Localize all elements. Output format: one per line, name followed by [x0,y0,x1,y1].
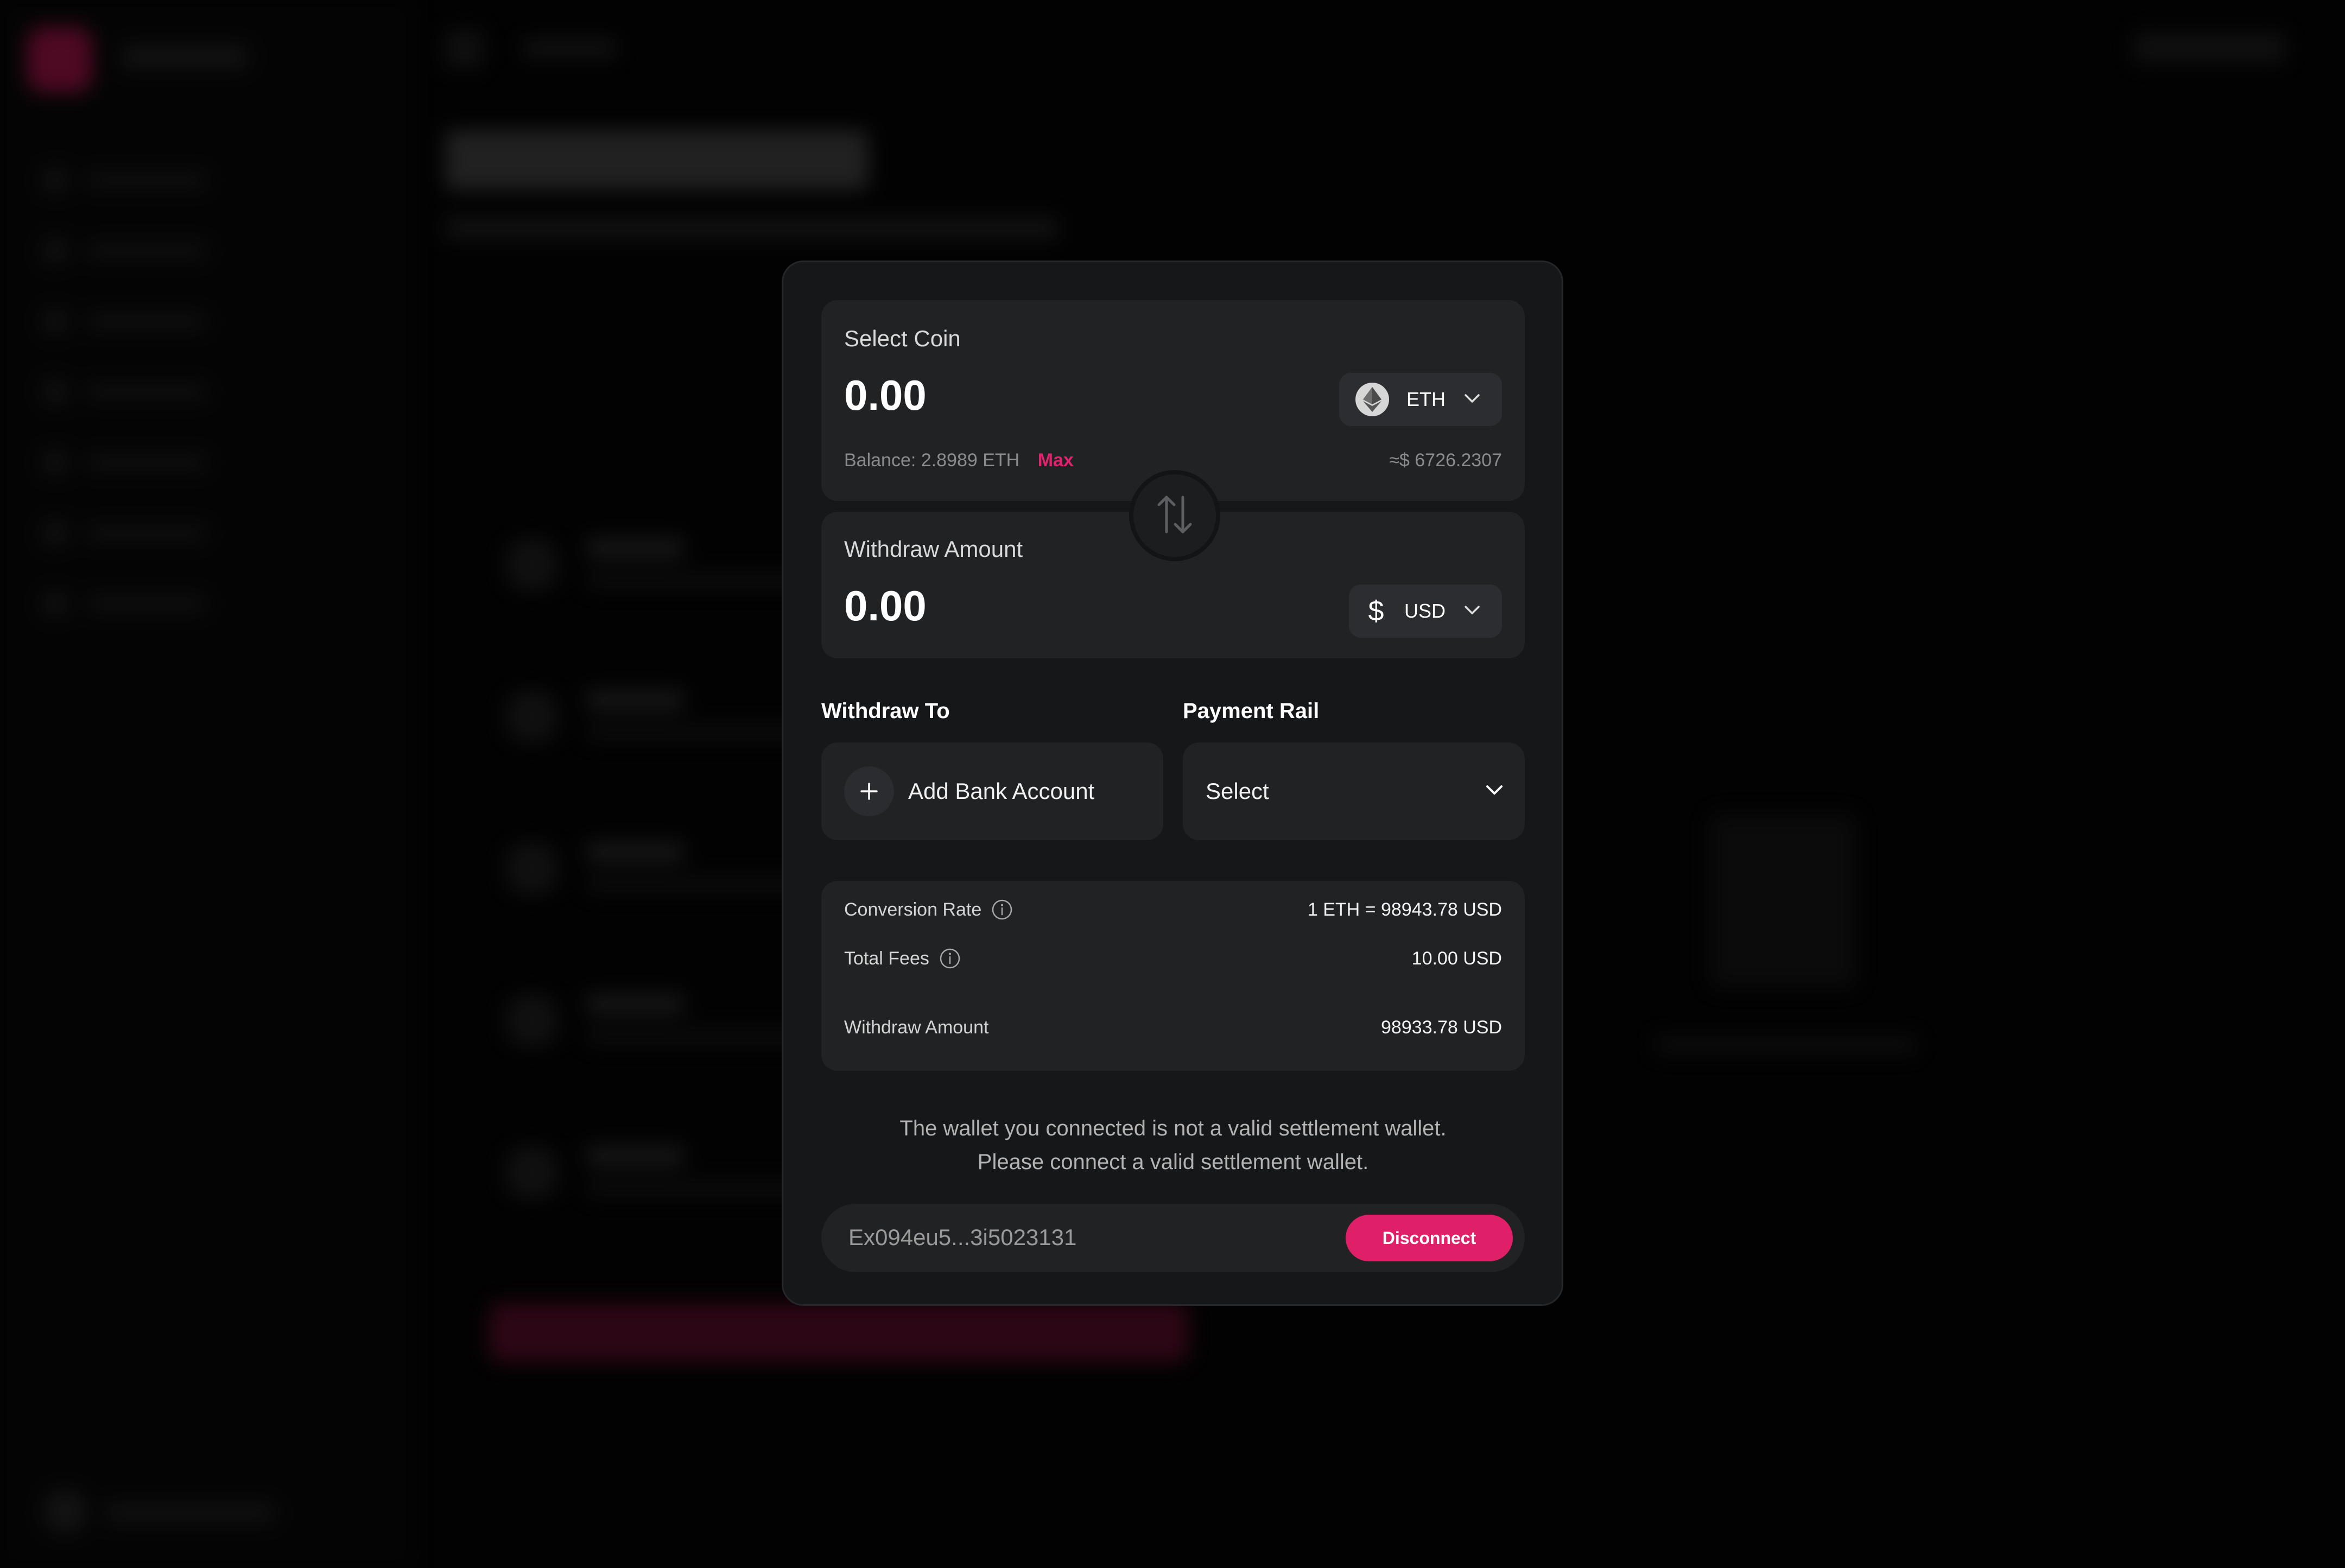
disconnect-button[interactable]: Disconnect [1346,1215,1513,1261]
withdraw-to-label: Withdraw To [821,699,950,723]
connected-wallet-bar: Ex094eu5...3i5023131 Disconnect [821,1204,1525,1272]
conversion-rate-value: 1 ETH = 98943.78 USD [1307,899,1502,920]
coin-selector-label: ETH [1406,388,1446,410]
payment-rail-select[interactable]: Select [1183,742,1525,840]
warning-line-2: Please connect a valid settlement wallet… [977,1150,1369,1174]
total-fees-value: 10.00 USD [1411,948,1502,969]
max-button[interactable]: Max [1038,450,1074,471]
chevron-down-icon [1464,393,1480,406]
total-fees-row: Total Fees 10.00 USD [844,945,1502,972]
add-bank-account-label: Add Bank Account [908,778,1095,804]
conversion-rate-row: Conversion Rate 1 ETH = 98943.78 USD [844,896,1502,923]
swap-button[interactable] [1129,470,1220,561]
currency-selector[interactable]: $ USD [1348,585,1502,638]
coin-selector[interactable]: ETH [1339,373,1502,426]
ethereum-icon [1355,383,1389,416]
invalid-wallet-warning: The wallet you connected is not a valid … [821,1112,1525,1179]
chevron-down-icon [1486,785,1503,798]
balance-value: 2.8989 ETH [921,450,1020,471]
usd-equivalent: ≈$ 6726.2307 [1389,450,1502,471]
total-fees-label: Total Fees [844,948,929,969]
withdraw-amount-label: Withdraw Amount [844,536,1023,562]
balance-row: Balance: 2.8989 ETH Max [844,450,1074,471]
withdraw-amount-input[interactable]: 0.00 [844,581,927,631]
withdraw-modal: Select Coin 0.00 ETH Balance: 2.8989 ETH… [782,261,1563,1306]
swap-arrows-icon [1156,494,1194,538]
info-icon[interactable] [939,948,961,969]
withdraw-amount-summary-label: Withdraw Amount [844,1017,989,1038]
chevron-down-icon [1464,605,1480,618]
dollar-icon: $ [1368,595,1384,627]
payment-rail-label: Payment Rail [1183,699,1320,723]
withdraw-amount-row: Withdraw Amount 98933.78 USD [844,1014,1502,1041]
wallet-address: Ex094eu5...3i5023131 [848,1224,1077,1250]
balance-label: Balance: [844,450,916,471]
plus-icon [844,766,894,816]
coin-amount-input[interactable]: 0.00 [844,371,927,420]
payment-rail-value: Select [1206,778,1269,804]
info-icon[interactable] [991,899,1013,921]
select-coin-label: Select Coin [844,326,961,351]
withdraw-amount-summary-value: 98933.78 USD [1380,1017,1502,1038]
warning-line-1: The wallet you connected is not a valid … [899,1116,1447,1140]
withdraw-summary: Conversion Rate 1 ETH = 98943.78 USD Tot… [821,881,1525,1071]
add-bank-account-button[interactable]: Add Bank Account [821,742,1163,840]
conversion-rate-label: Conversion Rate [844,899,982,920]
currency-selector-label: USD [1404,600,1446,622]
